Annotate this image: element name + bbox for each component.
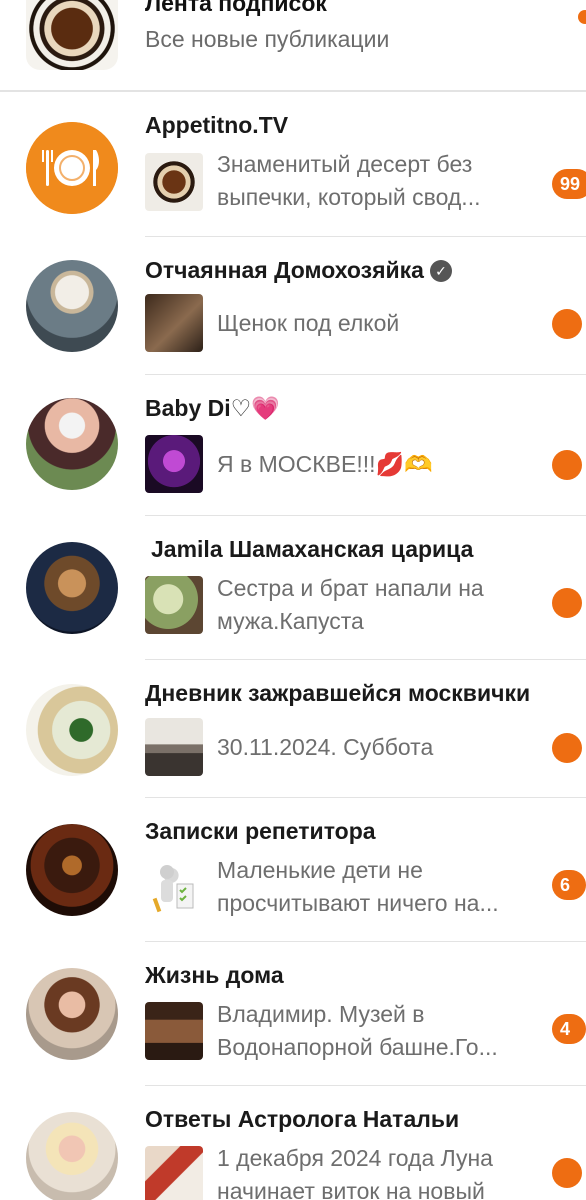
- post-thumbnail: [145, 1002, 203, 1060]
- unread-indicator: [578, 10, 586, 24]
- list-item[interactable]: Jamila Шамаханская царица Сестра и брат …: [0, 516, 586, 660]
- unread-count-badge: [552, 588, 582, 618]
- unread-count-badge: 99: [552, 169, 586, 199]
- group-title: Записки репетитора: [145, 818, 376, 844]
- post-thumbnail: [145, 435, 203, 493]
- unread-count-badge: [552, 450, 582, 480]
- list-item[interactable]: Ответы Астролога Натальи 1 декабря 2024 …: [0, 1086, 586, 1200]
- group-title: Baby Di♡💗: [145, 395, 280, 421]
- post-preview-text: Щенок под елкой: [217, 310, 400, 336]
- checklist-person-icon: [152, 865, 194, 913]
- post-preview-text: Я в МОСКВЕ!!!💋🫶: [217, 451, 433, 477]
- subscriptions-feed-thumbnail: [26, 0, 118, 70]
- list-item[interactable]: Appetitno.TV Знаменитый десерт без выпеч…: [0, 92, 586, 237]
- group-avatar: [26, 260, 118, 352]
- list-item[interactable]: Дневник зажравшейся москвички 30.11.2024…: [0, 660, 586, 798]
- group-avatar: [26, 542, 118, 634]
- group-avatar: [26, 824, 118, 916]
- post-preview-text: Сестра и брат напали на мужа.Капуста: [217, 575, 484, 634]
- subscriptions-feed-item[interactable]: Лента подписок Все новые публикации: [0, 0, 586, 90]
- group-avatar: [26, 398, 118, 490]
- post-thumbnail: [145, 576, 203, 634]
- group-title-text: Отчаянная Домохозяйка: [145, 257, 424, 283]
- list-item[interactable]: Отчаянная Домохозяйка ✓ Щенок под елкой: [0, 237, 586, 375]
- list-item[interactable]: Baby Di♡💗 Я в МОСКВЕ!!!💋🫶: [0, 375, 586, 516]
- verified-check-icon: ✓: [429, 260, 452, 282]
- post-thumbnail: [145, 858, 203, 916]
- unread-count-badge: 6: [552, 870, 586, 900]
- post-thumbnail: [145, 1146, 203, 1200]
- subscriptions-feed-title: Лента подписок: [145, 0, 327, 16]
- group-title: Дневник зажравшейся москвички: [145, 680, 531, 706]
- post-preview-text: Владимир. Музей в Водонапорной башне.Го.…: [217, 1001, 498, 1060]
- unread-count-badge: [552, 309, 582, 339]
- subscriptions-feed-subtitle: Все новые публикации: [145, 26, 390, 52]
- group-title: Appetitno.TV: [145, 112, 289, 138]
- post-thumbnail: [145, 153, 203, 211]
- post-preview-text: 30.11.2024. Суббота: [217, 734, 434, 760]
- post-preview-text: Маленькие дети не просчитывают ничего на…: [217, 857, 499, 916]
- list-item[interactable]: Записки репетитора Маленькие дети не про…: [0, 798, 586, 942]
- post-thumbnail: [145, 294, 203, 352]
- post-preview-text: Знаменитый десерт без выпечки, который с…: [217, 151, 481, 210]
- unread-count-badge: [552, 1158, 582, 1188]
- plate-fork-knife-icon: [26, 122, 118, 214]
- group-avatar: [26, 122, 118, 214]
- group-avatar: [26, 684, 118, 776]
- group-avatar: [26, 968, 118, 1060]
- list-item[interactable]: Жизнь дома Владимир. Музей в Водонапорно…: [0, 942, 586, 1086]
- group-avatar: [26, 1112, 118, 1200]
- unread-count-badge: 4: [552, 1014, 586, 1044]
- group-title: Отчаянная Домохозяйка ✓: [145, 257, 452, 284]
- post-preview-text: 1 декабря 2024 года Луна начинает виток …: [217, 1145, 493, 1200]
- unread-count-badge: [552, 733, 582, 763]
- group-title: Жизнь дома: [145, 962, 284, 988]
- group-title: Ответы Астролога Натальи: [145, 1106, 460, 1132]
- group-title: Jamila Шамаханская царица: [151, 536, 474, 562]
- post-thumbnail: [145, 718, 203, 776]
